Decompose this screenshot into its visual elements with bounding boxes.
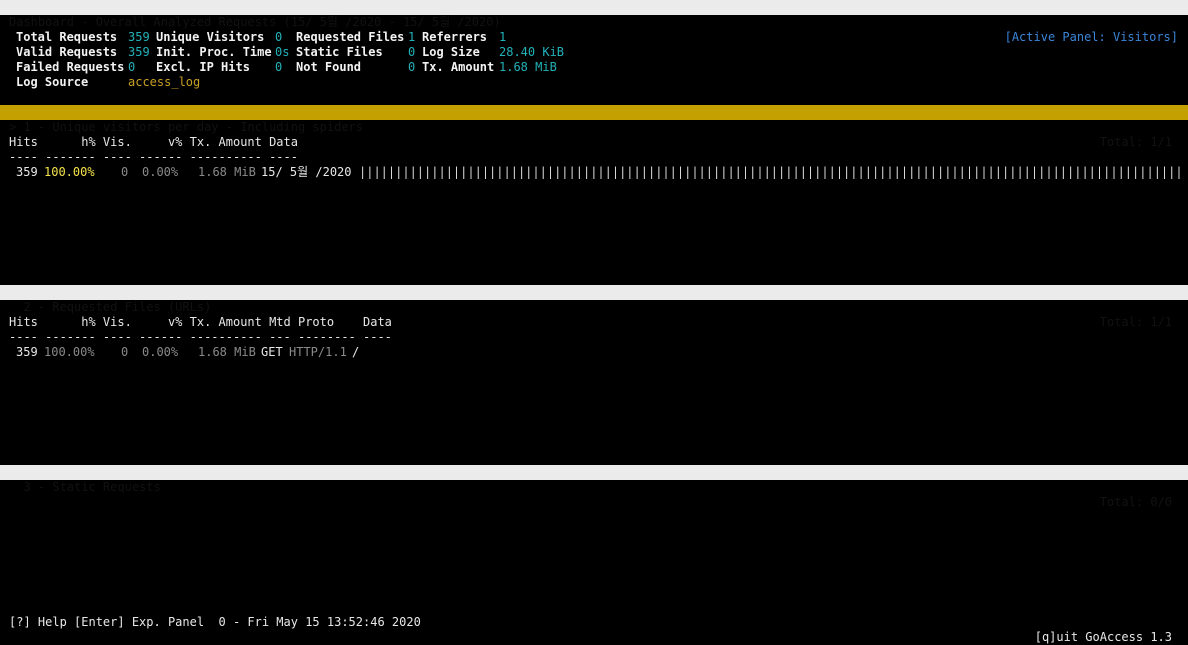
row-tx-amount: 1.68 MiB (198, 165, 256, 179)
failed-requests-value: 0 (128, 60, 136, 74)
row-protocol: HTTP/1.1 (289, 345, 347, 359)
unique-visitors-label: Unique Visitors (156, 30, 265, 44)
failed-requests-label: Failed Requests (16, 60, 125, 74)
init-proc-time-label: Init. Proc. Time (156, 45, 272, 59)
total-requests-value: 359 (128, 30, 150, 44)
referrers-label: Referrers (422, 30, 488, 44)
valid-requests-value: 359 (128, 45, 150, 59)
referrers-value: 1 (499, 30, 507, 44)
excl-ip-hits-label: Excl. IP Hits (156, 60, 250, 74)
panel-requested-files-header[interactable]: 2 - Requested Files (URLs) Total: 1/1 (0, 285, 1188, 329)
dashboard-header: Dashboard - Overall Analyzed Requests (1… (0, 0, 1188, 44)
row-visitors-percent: 0.00% (142, 165, 179, 179)
panel-requested-files-title: 2 - Requested Files (URLs) (9, 300, 212, 314)
footer-quit: [q]uit GoAccess 1.3 (1034, 630, 1172, 644)
footer: [?] Help [Enter] Exp. Panel 0 - Fri May … (0, 600, 1188, 644)
requested-files-value: 1 (408, 30, 416, 44)
init-proc-time-value: 0s (275, 45, 290, 59)
log-source-value: access_log (128, 75, 201, 89)
valid-requests-label: Valid Requests (16, 45, 118, 59)
active-panel-indicator: [Active Panel: Visitors] (1004, 30, 1178, 44)
panel-visitors-title: > 1 - Unique visitors per day - Includin… (9, 120, 364, 134)
row-tx-amount: 1.68 MiB (198, 345, 256, 359)
row-hits: 359 (16, 165, 38, 179)
static-files-label: Static Files (296, 45, 383, 59)
row-visitors: 0 (121, 165, 129, 179)
row-url: / (352, 345, 360, 359)
footer-help: [?] Help [Enter] Exp. Panel 0 - Fri May … (9, 615, 421, 629)
row-bar-graph: ||||||||||||||||||||||||||||||||||||||||… (359, 165, 1185, 179)
total-requests-label: Total Requests (16, 30, 118, 44)
tx-amount-label: Tx. Amount (422, 60, 495, 74)
log-size-value: 28.40 KiB (499, 45, 565, 59)
dashboard-title: Dashboard - Overall Analyzed Requests (1… (9, 15, 501, 29)
panel-static-requests-total: Total: 0/0 (1099, 495, 1172, 509)
panel-visitors-total: Total: 1/1 (1099, 135, 1172, 149)
row-hits: 359 (16, 345, 38, 359)
row-hits-percent: 100.00% (44, 165, 95, 179)
row-date: 15/ 5월 /2020 (261, 165, 352, 179)
log-size-label: Log Size (422, 45, 480, 59)
static-files-value: 0 (408, 45, 416, 59)
panel-static-requests-header[interactable]: 3 - Static Requests Total: 0/0 (0, 465, 1188, 509)
not-found-label: Not Found (296, 60, 362, 74)
row-method: GET (261, 345, 283, 359)
panel-visitors-column-header: Hits h% Vis. v% Tx. Amount Data (9, 135, 298, 149)
row-hits-percent: 100.00% (44, 345, 95, 359)
unique-visitors-value: 0 (275, 30, 283, 44)
log-source-label: Log Source (16, 75, 89, 89)
not-found-value: 0 (408, 60, 416, 74)
panel-static-requests-title: 3 - Static Requests (9, 480, 161, 494)
panel-visitors-header[interactable]: > 1 - Unique visitors per day - Includin… (0, 105, 1188, 149)
panel-requested-files-column-header: Hits h% Vis. v% Tx. Amount Mtd Proto Dat… (9, 315, 392, 329)
panel-requested-files-total: Total: 1/1 (1099, 315, 1172, 329)
panel-visitors-separator: ---- ------- ---- ------ ---------- ---- (9, 150, 298, 164)
excl-ip-hits-value: 0 (275, 60, 283, 74)
tx-amount-value: 1.68 MiB (499, 60, 557, 74)
row-visitors: 0 (121, 345, 129, 359)
row-visitors-percent: 0.00% (142, 345, 179, 359)
requested-files-label: Requested Files (296, 30, 405, 44)
panel-requested-files-separator: ---- ------- ---- ------ ---------- --- … (9, 330, 392, 344)
